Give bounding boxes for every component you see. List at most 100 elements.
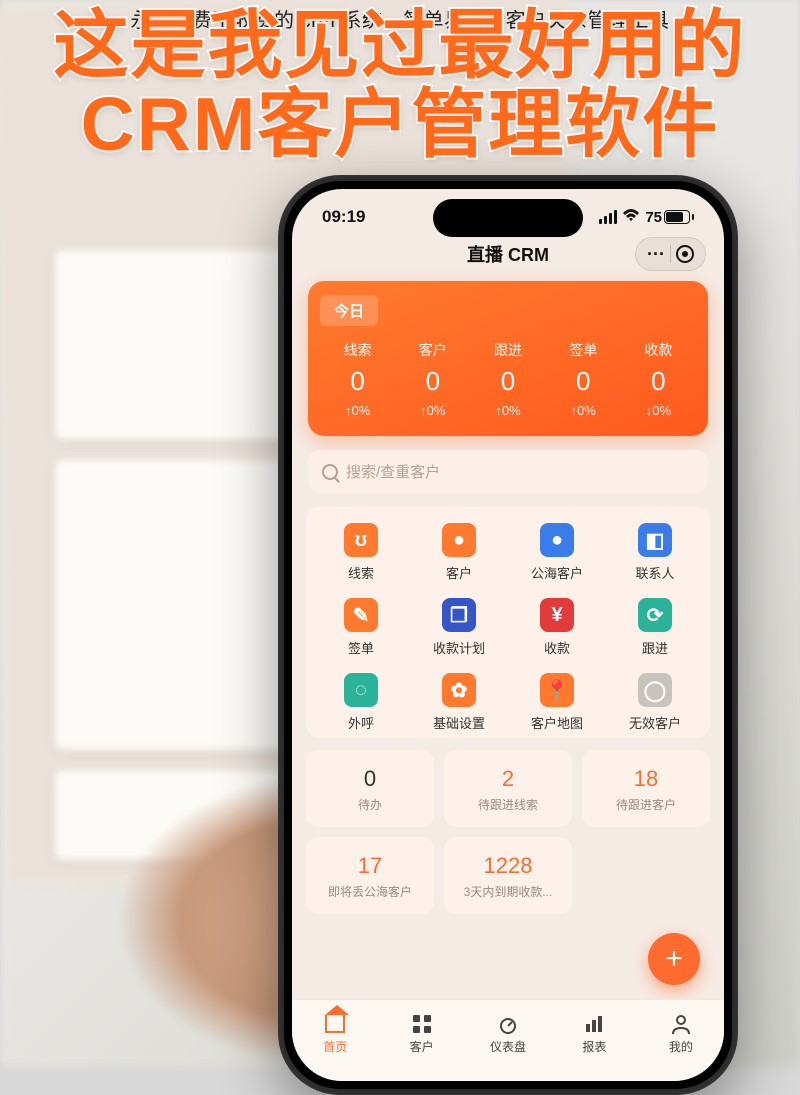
module-label: 跟进 <box>642 638 668 657</box>
dash-icon <box>497 1013 519 1035</box>
tab-report[interactable]: 报表 <box>551 1000 637 1067</box>
module-无效客户[interactable]: ◯ 无效客户 <box>606 673 704 732</box>
module-icon: ◧ <box>638 523 672 557</box>
module-跟进[interactable]: ⟳ 跟进 <box>606 598 704 657</box>
metric-label: 收款 <box>644 340 672 360</box>
module-外呼[interactable]: ◌ 外呼 <box>312 673 410 732</box>
stat-value: 2 <box>452 766 564 792</box>
today-metric[interactable]: 线索0↑0% <box>320 340 395 418</box>
tab-user[interactable]: 我的 <box>638 1000 724 1067</box>
stat-value: 1228 <box>452 853 564 879</box>
metric-label: 客户 <box>419 340 447 360</box>
today-chip: 今日 <box>320 295 378 326</box>
module-icon: ❒ <box>442 598 476 632</box>
module-icon: ʊ <box>344 523 378 557</box>
today-summary-card[interactable]: 今日 线索0↑0%客户0↑0%跟进0↑0%签单0↑0%收款0↓0% <box>308 281 708 436</box>
module-label: 客户 <box>446 563 472 582</box>
miniprogram-actions: ··· <box>635 237 706 271</box>
search-icon <box>322 464 338 480</box>
metric-delta: ↑0% <box>345 403 370 418</box>
tab-label: 客户 <box>410 1038 434 1055</box>
stat-label: 待跟进客户 <box>590 796 702 813</box>
report-icon <box>583 1013 605 1035</box>
tab-home[interactable]: 首页 <box>292 1000 378 1067</box>
wifi-icon <box>622 208 640 226</box>
stat-value: 0 <box>314 766 426 792</box>
home-icon <box>324 1013 346 1035</box>
module-label: 公海客户 <box>531 563 583 582</box>
fab-add-button[interactable]: + <box>648 933 700 985</box>
module-联系人[interactable]: ◧ 联系人 <box>606 523 704 582</box>
module-签单[interactable]: ✎ 签单 <box>312 598 410 657</box>
metric-delta: ↓0% <box>646 403 671 418</box>
metric-delta: ↑0% <box>420 403 445 418</box>
module-客户[interactable]: ●客户 <box>410 523 508 582</box>
module-icon: 📍 <box>540 673 574 707</box>
module-icon: ✿ <box>442 673 476 707</box>
metric-value: 0 <box>576 366 590 397</box>
module-收款[interactable]: ¥ 收款 <box>508 598 606 657</box>
tab-label: 首页 <box>323 1038 347 1055</box>
module-grid-card: ʊ线索●客户●公海客户◧联系人✎签单❒收款计划¥收款⟳跟进◌外呼✿基础设置📍客户… <box>306 507 710 738</box>
stat-card[interactable]: 18待跟进客户 <box>582 750 710 827</box>
module-客户地图[interactable]: 📍客户地图 <box>508 673 606 732</box>
metric-value: 0 <box>501 366 515 397</box>
stat-card[interactable]: 17 即将丢公海客户 <box>306 837 434 914</box>
metric-value: 0 <box>350 366 364 397</box>
module-label: 无效客户 <box>629 713 681 732</box>
module-label: 线索 <box>348 563 374 582</box>
stat-card[interactable]: 2 待跟进线索 <box>444 750 572 827</box>
signal-icon <box>599 210 617 224</box>
module-icon: ¥ <box>540 598 574 632</box>
module-公海客户[interactable]: ● 公海客户 <box>508 523 606 582</box>
module-线索[interactable]: ʊ 线索 <box>312 523 410 582</box>
phone-device: 09:19 75 直播 CRM ··· 今日 线索0↑0% <box>278 175 738 1095</box>
stat-label: 待办 <box>314 796 426 813</box>
grid-icon <box>411 1013 433 1035</box>
battery-pct: 75 <box>645 209 662 226</box>
module-icon: ◌ <box>344 673 378 707</box>
module-icon: ◯ <box>638 673 672 707</box>
module-label: 基础设置 <box>433 713 485 732</box>
app-title: 直播 CRM <box>467 241 549 267</box>
module-收款计划[interactable]: ❒ 收款计划 <box>410 598 508 657</box>
stat-label: 即将丢公海客户 <box>314 883 426 900</box>
today-metric[interactable]: 跟进0↑0% <box>470 340 545 418</box>
stat-label: 待跟进线索 <box>452 796 564 813</box>
module-icon: ● <box>540 523 574 557</box>
tab-label: 仪表盘 <box>490 1038 526 1055</box>
module-label: 收款 <box>544 638 570 657</box>
module-icon: ✎ <box>344 598 378 632</box>
tab-dash[interactable]: 仪表盘 <box>465 1000 551 1067</box>
metric-label: 签单 <box>569 340 597 360</box>
stats-grid: 0 待办 2 待跟进线索 18待跟进客户 17 即将丢公海客户 1228 3天内到期收款... <box>306 750 710 914</box>
module-label: 签单 <box>348 638 374 657</box>
stat-value: 17 <box>314 853 426 879</box>
today-metric[interactable]: 收款 0 ↓0% <box>621 340 696 418</box>
metric-value: 0 <box>651 366 665 397</box>
module-label: 收款计划 <box>433 638 485 657</box>
stat-label: 3天内到期收款... <box>452 883 564 900</box>
today-metric[interactable]: 签单0↑0% <box>546 340 621 418</box>
module-label: 外呼 <box>348 713 374 732</box>
today-metric[interactable]: 客户0↑0% <box>395 340 470 418</box>
target-icon <box>676 245 694 263</box>
metric-delta: ↑0% <box>495 403 520 418</box>
module-icon: ⟳ <box>638 598 672 632</box>
tab-grid[interactable]: 客户 <box>378 1000 464 1067</box>
status-right: 75 <box>599 208 694 226</box>
search-input[interactable]: 搜索/查重客户 <box>308 450 708 493</box>
more-button[interactable]: ··· <box>642 242 670 266</box>
app-titlebar: 直播 CRM ··· <box>292 235 724 281</box>
tab-label: 报表 <box>582 1038 606 1055</box>
module-label: 联系人 <box>635 563 674 582</box>
search-placeholder: 搜索/查重客户 <box>346 461 440 482</box>
module-基础设置[interactable]: ✿ 基础设置 <box>410 673 508 732</box>
stat-card[interactable]: 1228 3天内到期收款... <box>444 837 572 914</box>
phone-screen: 09:19 75 直播 CRM ··· 今日 线索0↑0% <box>292 189 724 1081</box>
dynamic-island <box>433 199 583 237</box>
battery-icon: 75 <box>645 209 694 226</box>
stat-card[interactable]: 0 待办 <box>306 750 434 827</box>
bottom-tabbar: 首页 客户 仪表盘 报表 我的 <box>292 999 724 1081</box>
close-miniprogram-button[interactable] <box>671 242 699 266</box>
